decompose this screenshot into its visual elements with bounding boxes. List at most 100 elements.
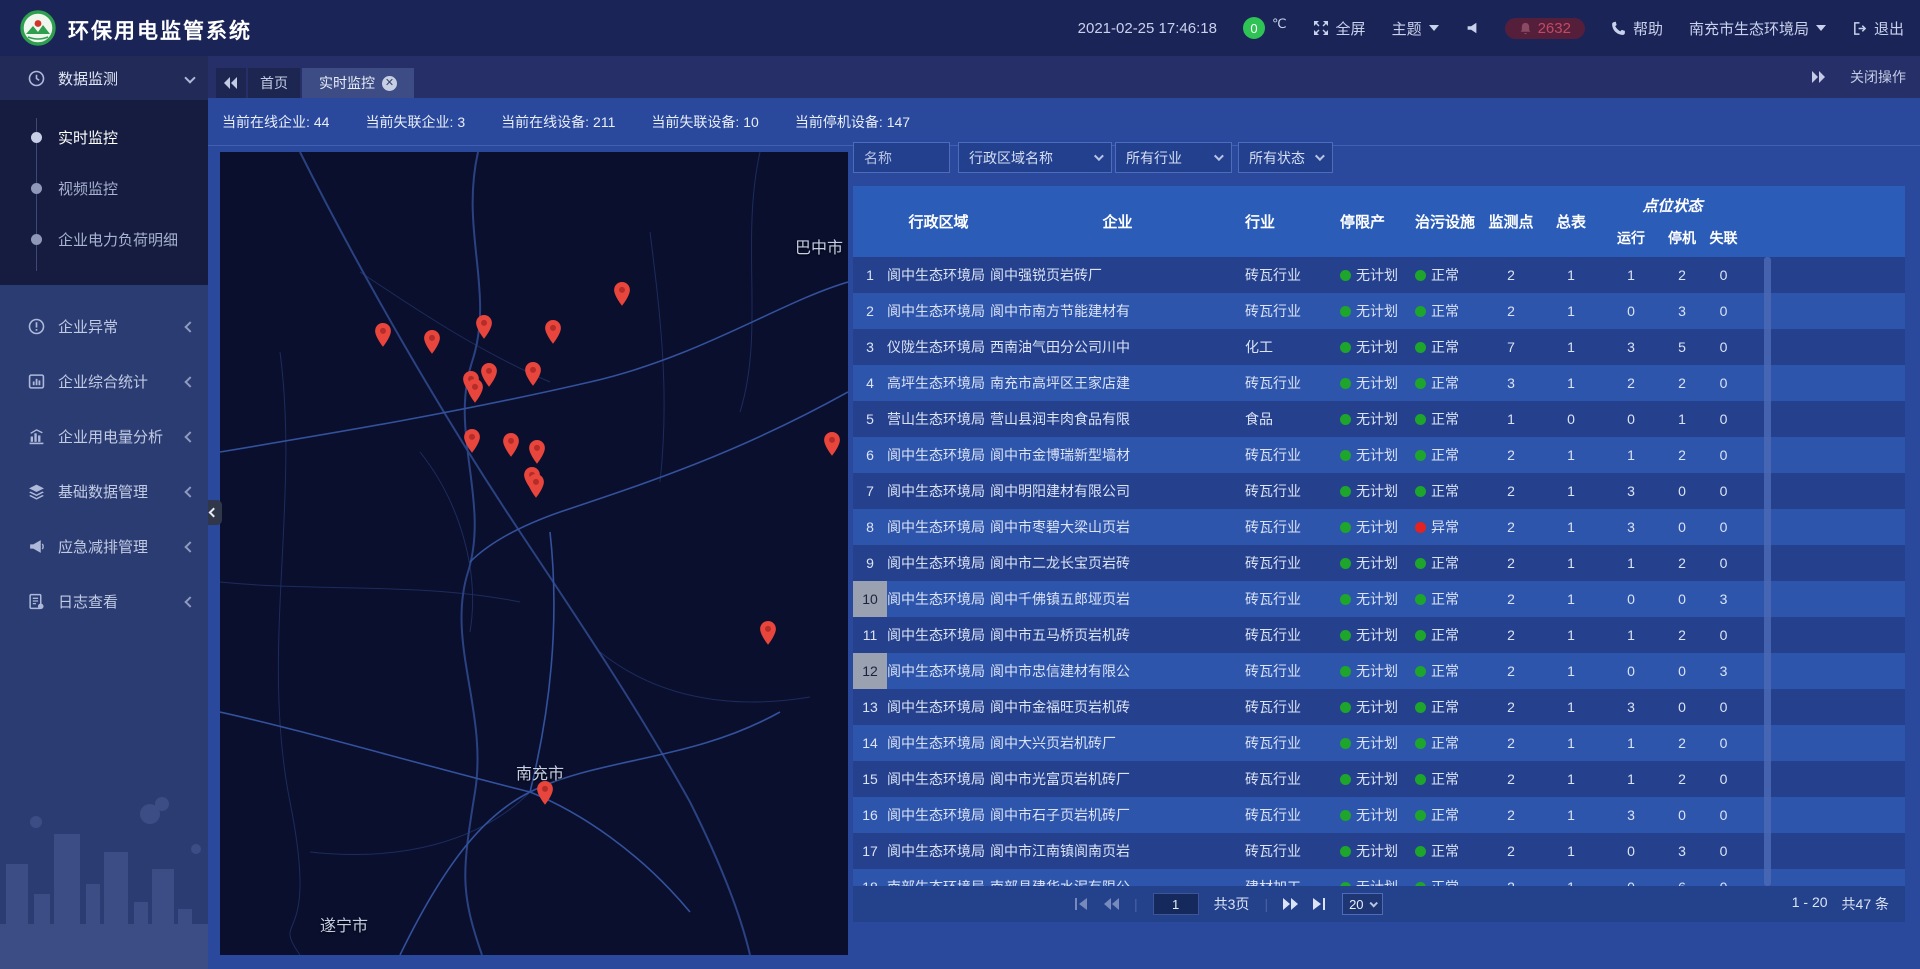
status-select[interactable]: 所有状态	[1238, 142, 1333, 173]
map-pin[interactable]	[823, 431, 841, 457]
double-chevron-right-icon[interactable]	[1812, 71, 1826, 83]
status-stat: 当前在线设备:211	[501, 112, 615, 132]
sidebar-subitem[interactable]: 视频监控	[0, 163, 208, 214]
sidebar-item-horn[interactable]: 应急减排管理	[0, 519, 208, 574]
help-button[interactable]: 帮助	[1611, 18, 1663, 39]
status-stat: 当前失联企业:3	[365, 112, 465, 132]
total-pages-label: 共3页	[1214, 894, 1250, 914]
last-page-button[interactable]	[1313, 898, 1327, 910]
map-canvas[interactable]: 巴中市南充市遂宁市	[220, 152, 848, 955]
table-row[interactable]: 14 阆中生态环境局 阆中大兴页岩机砖厂 砖瓦行业 无计划 正常 2 1 1 2…	[853, 725, 1905, 761]
table-row[interactable]: 11 阆中生态环境局 阆中市五马桥页岩机砖 砖瓦行业 无计划 正常 2 1 1 …	[853, 617, 1905, 653]
map-roads	[220, 152, 848, 955]
city-skyline-art	[0, 774, 208, 969]
sidebar-submenu: 实时监控 视频监控 企业电力负荷明细	[0, 100, 208, 285]
tab-realtime-monitoring[interactable]: 实时监控 ✕	[302, 68, 414, 98]
logout-button[interactable]: 退出	[1852, 18, 1904, 39]
layers-icon	[28, 483, 45, 500]
log-icon	[28, 593, 45, 610]
region-select[interactable]: 行政区域名称	[958, 142, 1112, 173]
map-pin[interactable]	[527, 473, 545, 499]
org-caret-icon	[1816, 25, 1826, 31]
sidebar-item-label: 数据监测	[58, 68, 118, 89]
status-stat: 当前失联设备:10	[651, 112, 758, 132]
table-row[interactable]: 15 阆中生态环境局 阆中市光富页岩机砖厂 砖瓦行业 无计划 正常 2 1 1 …	[853, 761, 1905, 797]
sidebar-subitem[interactable]: 实时监控	[0, 112, 208, 163]
app-title: 环保用电监管系统	[68, 15, 252, 45]
col-points: 监测点	[1480, 186, 1542, 257]
table-row[interactable]: 12 阆中生态环境局 阆中市忠信建材有限公 砖瓦行业 无计划 正常 2 1 0 …	[853, 653, 1905, 689]
fullscreen-icon	[1313, 20, 1329, 36]
sidebar-item-chart[interactable]: 企业用电量分析	[0, 409, 208, 464]
map-pin[interactable]	[544, 319, 562, 345]
table-row[interactable]: 18 南部生态环境局 南部县建华水泥有限公 建材加工 无计划 正常 2 1 0 …	[853, 869, 1905, 886]
table-row[interactable]: 2 阆中生态环境局 阆中市南方节能建材有 砖瓦行业 无计划 正常 2 1 0 3…	[853, 293, 1905, 329]
map-pin[interactable]	[374, 322, 392, 348]
map-pin[interactable]	[463, 428, 481, 454]
table-row[interactable]: 13 阆中生态环境局 阆中市金福旺页岩机砖 砖瓦行业 无计划 正常 2 1 3 …	[853, 689, 1905, 725]
sidebar-subitem[interactable]: 企业电力负荷明细	[0, 214, 208, 265]
name-search-input[interactable]	[864, 150, 939, 166]
name-search-input-box	[853, 142, 950, 173]
table-row[interactable]: 5 营山生态环境局 营山县润丰肉食品有限 食品 无计划 正常 1 0 0 1 0	[853, 401, 1905, 437]
map-pin[interactable]	[466, 378, 484, 404]
sound-toggle[interactable]	[1465, 21, 1479, 35]
tabs-scroll-left-button[interactable]	[216, 68, 246, 98]
org-menu[interactable]: 南充市生态环境局	[1689, 18, 1826, 39]
table-row[interactable]: 10 阆中生态环境局 阆中千佛镇五郎垭页岩 砖瓦行业 无计划 正常 2 1 0 …	[853, 581, 1905, 617]
map-pin[interactable]	[475, 314, 493, 340]
sidebar-item-stats[interactable]: 企业综合统计	[0, 354, 208, 409]
first-page-button[interactable]	[1075, 898, 1089, 910]
pagination-range: 1 - 20 共47 条	[1792, 894, 1889, 914]
status-stat: 当前停机设备:147	[795, 112, 910, 132]
logout-icon	[1852, 21, 1867, 36]
chevron-down-icon	[1315, 151, 1325, 161]
fullscreen-button[interactable]: 全屏	[1313, 18, 1366, 39]
map-pin[interactable]	[502, 432, 520, 458]
prev-page-button[interactable]	[1104, 898, 1119, 910]
industry-select[interactable]: 所有行业	[1115, 142, 1232, 173]
sidebar-item-data-monitoring[interactable]: 数据监测	[0, 56, 208, 100]
col-region: 行政区域	[887, 186, 990, 257]
chevron-collapsed-icon	[184, 486, 195, 497]
table-row[interactable]: 3 仪陇生态环境局 西南油气田分公司川中 化工 无计划 正常 7 1 3 5 0	[853, 329, 1905, 365]
table-row[interactable]: 9 阆中生态环境局 阆中市二龙长宝页岩砖 砖瓦行业 无计划 正常 2 1 1 2…	[853, 545, 1905, 581]
table-row[interactable]: 16 阆中生态环境局 阆中市石子页岩机砖厂 砖瓦行业 无计划 正常 2 1 3 …	[853, 797, 1905, 833]
next-page-button[interactable]	[1283, 898, 1298, 910]
sidebar-item-log[interactable]: 日志查看	[0, 574, 208, 629]
status-summary-bar: 当前在线企业:44当前失联企业:3当前在线设备:211当前失联设备:10当前停机…	[208, 98, 1920, 146]
table-row[interactable]: 7 阆中生态环境局 阆中明阳建材有限公司 砖瓦行业 无计划 正常 2 1 3 0…	[853, 473, 1905, 509]
table-row[interactable]: 6 阆中生态环境局 阆中市金博瑞新型墙材 砖瓦行业 无计划 正常 2 1 1 2…	[853, 437, 1905, 473]
notification-badge[interactable]: 2632	[1505, 18, 1585, 39]
chevron-collapsed-icon	[184, 541, 195, 552]
enterprise-table: 行政区域 企业 行业 停限产 治污设施 监测点 总表 运行 停机 失联 点位状态…	[853, 186, 1905, 922]
map-pin[interactable]	[423, 329, 441, 355]
table-row[interactable]: 1 阆中生态环境局 阆中强锐页岩砖厂 砖瓦行业 无计划 正常 2 1 1 2 0	[853, 257, 1905, 293]
map-pin[interactable]	[759, 620, 777, 646]
map-pin[interactable]	[528, 439, 546, 465]
page-number-input[interactable]	[1153, 893, 1199, 915]
tab-home[interactable]: 首页	[248, 68, 300, 98]
chevron-collapsed-icon	[184, 431, 195, 442]
bullet-dot-icon	[31, 132, 42, 143]
map-pin[interactable]	[524, 361, 542, 387]
col-industry: 行业	[1245, 186, 1340, 257]
map-pin[interactable]	[536, 780, 554, 806]
map-pin[interactable]	[613, 281, 631, 307]
page-size-select[interactable]: 20	[1342, 893, 1382, 915]
table-body: 1 阆中生态环境局 阆中强锐页岩砖厂 砖瓦行业 无计划 正常 2 1 1 2 0…	[853, 257, 1905, 886]
temperature-badge: 0	[1243, 17, 1265, 39]
sidebar-item-alert[interactable]: 企业异常	[0, 299, 208, 354]
close-operations-menu[interactable]: 关闭操作	[1850, 67, 1906, 87]
gauge-icon	[28, 70, 45, 87]
table-row[interactable]: 8 阆中生态环境局 阆中市枣碧大梁山页岩 砖瓦行业 无计划 异常 2 1 3 0…	[853, 509, 1905, 545]
table-row[interactable]: 17 阆中生态环境局 阆中市江南镇阆南页岩 砖瓦行业 无计划 正常 2 1 0 …	[853, 833, 1905, 869]
table-row[interactable]: 4 高坪生态环境局 南充市高坪区王家店建 砖瓦行业 无计划 正常 3 1 2 2…	[853, 365, 1905, 401]
theme-menu[interactable]: 主题	[1392, 18, 1439, 39]
table-scrollbar[interactable]	[1764, 257, 1771, 886]
pagination-controls: | 共3页 | 20	[1075, 893, 1383, 915]
sidebar-item-layers[interactable]: 基础数据管理	[0, 464, 208, 519]
tab-close-icon[interactable]: ✕	[382, 76, 397, 91]
chevron-down-icon	[1214, 151, 1224, 161]
chevron-collapsed-icon	[184, 376, 195, 387]
